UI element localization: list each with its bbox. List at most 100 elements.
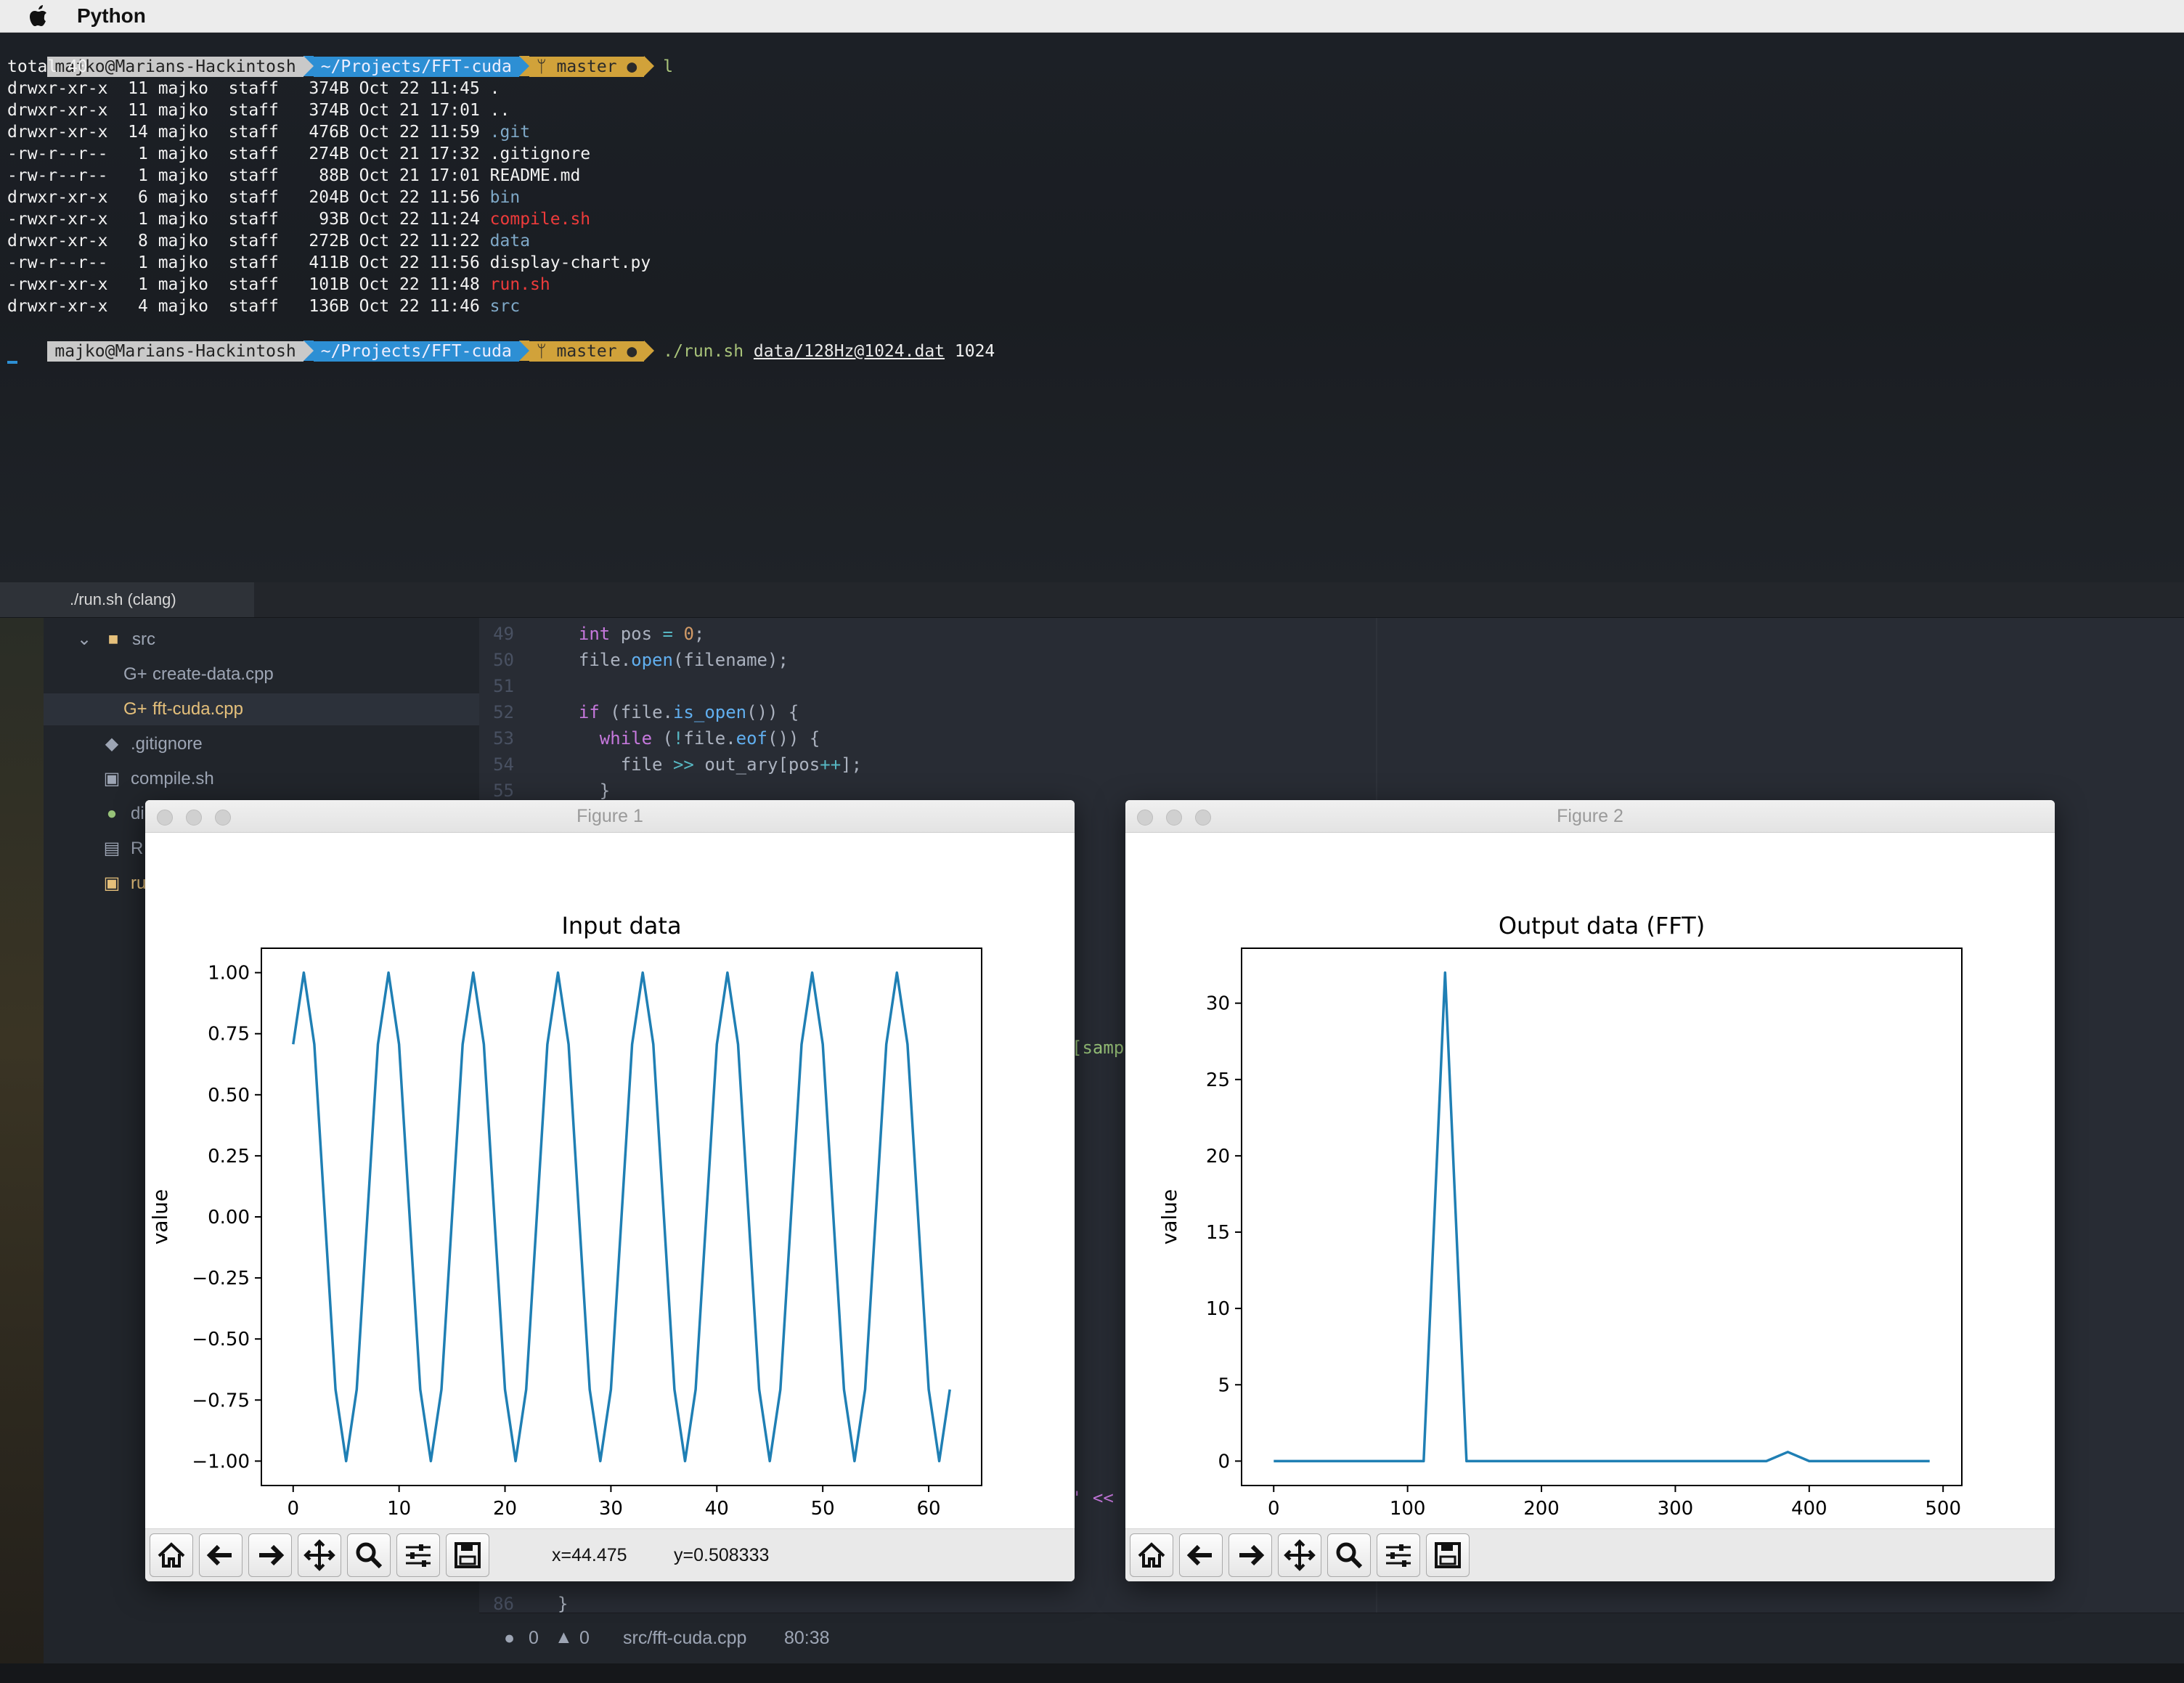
tree-file-fft-cuda[interactable]: G+ fft-cuda.cpp — [44, 693, 479, 725]
tree-file-run[interactable]: ▣ ru — [102, 868, 147, 900]
forward-arrow-icon[interactable] — [1228, 1533, 1272, 1577]
code-token: while — [599, 728, 653, 749]
y-tick-label: 10 — [1206, 1298, 1230, 1320]
y-tick-label: 0.00 — [208, 1207, 250, 1228]
pan-icon[interactable] — [1278, 1533, 1321, 1577]
git-icon: ◆ — [105, 734, 119, 754]
terminal-cursor — [7, 361, 17, 364]
terminal-tab-bar: ./run.sh (clang) — [0, 582, 2184, 618]
configure-icon[interactable] — [1377, 1533, 1420, 1577]
code-token: pos — [620, 624, 653, 644]
tree-file-compile[interactable]: ▣ compile.sh — [102, 763, 214, 795]
code-token: ()) { — [767, 728, 820, 749]
code-token: (file. — [610, 702, 673, 722]
app-menu-python[interactable]: Python — [77, 4, 146, 28]
x-tick-label: 40 — [705, 1498, 729, 1520]
code-fragment: [samp — [1072, 1035, 1124, 1061]
y-tick-label: 1.00 — [208, 963, 250, 985]
code-token: ()) { — [746, 702, 799, 722]
terminal-icon: ▣ — [103, 769, 121, 788]
code-token: ++ — [820, 754, 842, 775]
chevron-down-icon: ⌄ — [76, 629, 92, 649]
x-tick-label: 400 — [1791, 1498, 1828, 1520]
ls-row: drwxr-xr-x 11 majko staff 374B Oct 21 17… — [7, 99, 510, 121]
figure-2-window[interactable]: Figure 2 Output data (FFT) 0 100 200 300 400 5… — [1125, 800, 2055, 1581]
chart-title: Input data — [561, 912, 681, 940]
tree-label: .gitignore — [131, 734, 203, 754]
cursor-position[interactable]: 80:38 — [784, 1628, 830, 1649]
home-icon[interactable] — [1130, 1533, 1173, 1577]
warning-icon[interactable]: ▲ — [555, 1627, 573, 1648]
y-tick-label: 25 — [1206, 1069, 1230, 1091]
status-file-path[interactable]: src/fft-cuda.cpp — [623, 1628, 746, 1649]
powerline-arrow-icon — [518, 341, 529, 361]
forward-arrow-icon[interactable] — [248, 1533, 292, 1577]
tree-file-gitignore[interactable]: ◆ .gitignore — [102, 728, 203, 760]
book-icon: ▤ — [103, 839, 121, 858]
pan-icon[interactable] — [298, 1533, 341, 1577]
python-icon: ● — [106, 804, 118, 823]
y-tick-label: −0.50 — [192, 1329, 250, 1350]
zoom-icon[interactable] — [1327, 1533, 1371, 1577]
x-tick-label: 0 — [1268, 1498, 1280, 1520]
back-arrow-icon[interactable] — [199, 1533, 243, 1577]
prompt-line-1: majko@Marians-Hackintosh ~/Projects/FFT-c… — [7, 34, 673, 77]
ls-row-filename: .. — [489, 101, 510, 120]
ls-row: drwxr-xr-x 6 majko staff 204B Oct 22 11:… — [7, 187, 520, 208]
apple-icon[interactable] — [29, 5, 48, 27]
code-token: ; — [693, 624, 705, 644]
terminal-icon: ▣ — [103, 873, 121, 893]
ls-row-filename: README.md — [489, 166, 581, 185]
ls-row: drwxr-xr-x 4 majko staff 136B Oct 22 11:… — [7, 296, 520, 317]
cpp-file-icon: G+ — [123, 699, 147, 719]
home-icon[interactable] — [150, 1533, 193, 1577]
code-token: ]; — [841, 754, 863, 775]
line-number: 54 — [493, 754, 514, 775]
y-tick-label: 30 — [1206, 993, 1230, 1015]
output-fft-chart[interactable]: Output data (FFT) 0 100 200 300 400 500 0 5 10 15 2… — [1125, 832, 2055, 1529]
ls-row-meta: -rwxr-xr-x 1 majko staff 101B Oct 22 11:… — [7, 275, 490, 294]
code-line: 49 int pos = 0; — [479, 621, 704, 647]
window-title: Figure 2 — [1557, 806, 1623, 826]
back-arrow-icon[interactable] — [1179, 1533, 1223, 1577]
code-fragment: ' << — [1072, 1485, 1114, 1511]
error-icon[interactable]: ● — [504, 1628, 515, 1649]
input-data-chart[interactable]: Input data 0 10 20 30 40 50 60 1.00 0.75 0.50 0.25 0… — [145, 832, 1075, 1529]
tree-file-display-chart[interactable]: ● di — [102, 798, 144, 830]
x-tick-label: 60 — [917, 1498, 941, 1520]
x-tick-label: 10 — [387, 1498, 411, 1520]
window-titlebar[interactable]: Figure 1 — [145, 800, 1075, 833]
git-branch-icon: ᛘ — [536, 57, 557, 76]
code-token: if — [578, 702, 600, 722]
y-tick-label: 5 — [1218, 1374, 1230, 1396]
code-token: int — [578, 624, 611, 644]
save-icon[interactable] — [1426, 1533, 1470, 1577]
figure-1-window[interactable]: Figure 1 Input data 0 10 20 30 40 50 60 1.00 0.75… — [145, 800, 1075, 1581]
tree-file-readme[interactable]: ▤ R — [102, 833, 144, 865]
zoom-icon[interactable] — [347, 1533, 391, 1577]
ls-row-meta: drwxr-xr-x 6 majko staff 204B Oct 22 11:… — [7, 188, 490, 207]
tree-label: create-data.cpp — [152, 664, 274, 684]
prompt-user-segment: majko@Marians-Hackintosh — [47, 341, 303, 362]
ls-row-filename: .git — [489, 123, 531, 142]
x-tick-label: 20 — [493, 1498, 517, 1520]
powerline-arrow-icon — [303, 56, 314, 76]
command-text: ./run.sh — [663, 342, 744, 361]
warning-count[interactable]: 0 — [579, 1628, 590, 1649]
tree-label: fft-cuda.cpp — [152, 699, 243, 719]
tab-run-sh[interactable]: ./run.sh (clang) — [0, 582, 254, 617]
folder-icon: ■ — [107, 629, 119, 649]
code-token: } — [599, 781, 611, 801]
tree-folder-src[interactable]: ⌄ ■ src — [74, 624, 155, 656]
prompt-line-2: majko@Marians-Hackintosh ~/Projects/FFT-c… — [7, 319, 995, 362]
terminal-window[interactable]: majko@Marians-Hackintosh ~/Projects/FFT-c… — [0, 33, 2184, 582]
tree-file-create-data[interactable]: G+ create-data.cpp — [123, 659, 274, 690]
save-icon[interactable] — [446, 1533, 489, 1577]
configure-icon[interactable] — [396, 1533, 440, 1577]
error-count[interactable]: 0 — [529, 1628, 539, 1649]
command-text: l — [663, 57, 674, 76]
series-line — [1274, 971, 1930, 1463]
ls-row-meta: drwxr-xr-x 4 majko staff 136B Oct 22 11:… — [7, 297, 490, 316]
window-titlebar[interactable]: Figure 2 — [1125, 800, 2055, 833]
ls-row: -rw-r--r-- 1 majko staff 88B Oct 21 17:0… — [7, 165, 580, 187]
